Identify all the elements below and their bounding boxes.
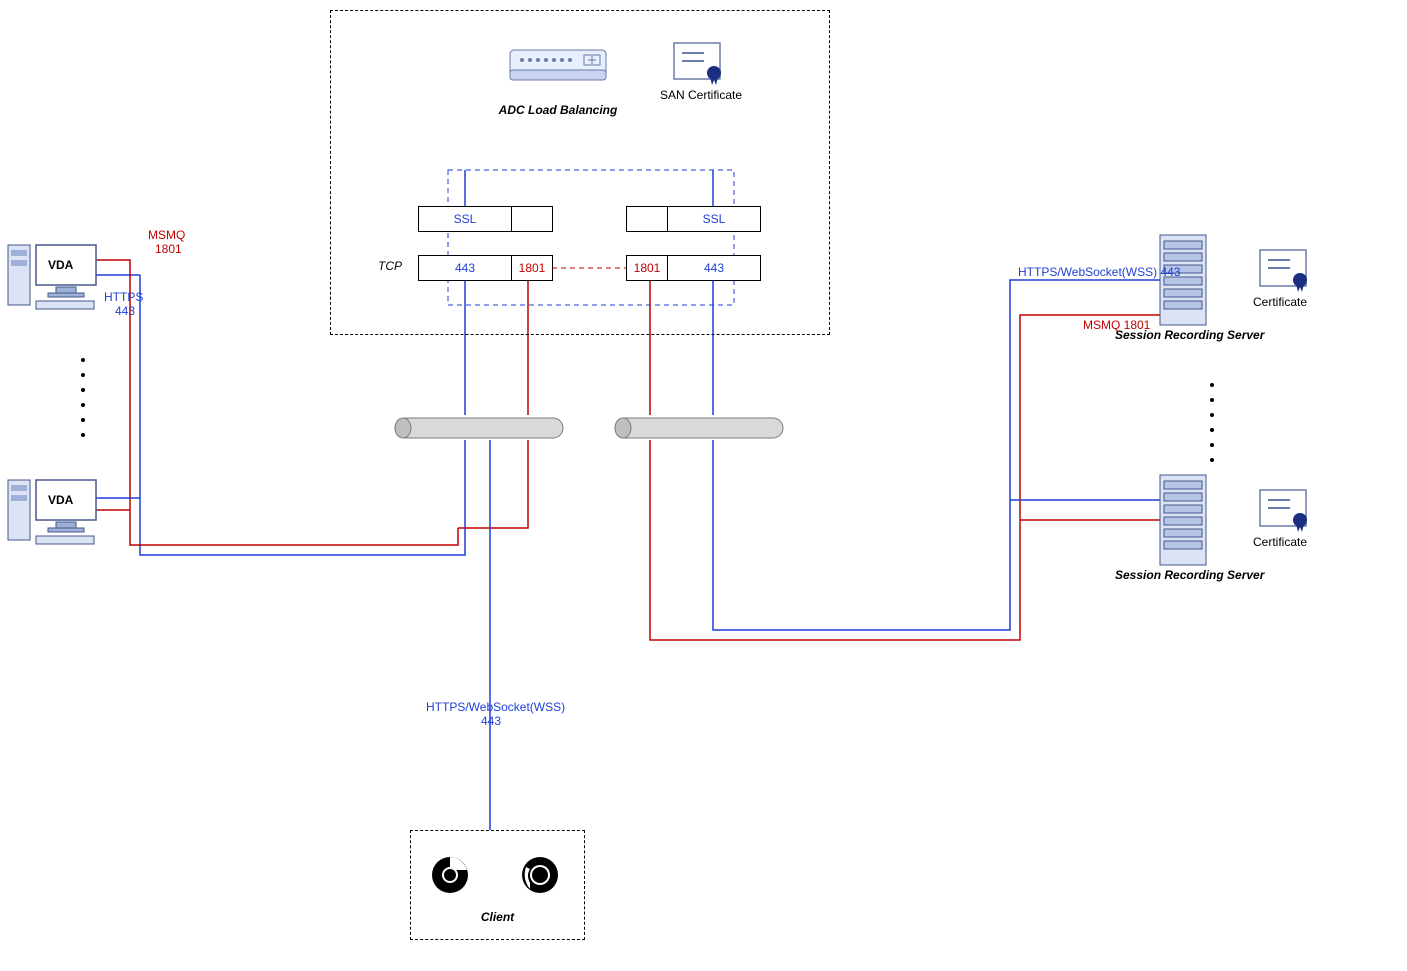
srs-top-icon	[1160, 235, 1206, 325]
adc-box	[330, 10, 830, 335]
client-line2: 443	[426, 714, 556, 728]
srs-cert-bottom: Certificate	[1253, 535, 1307, 549]
san-cert-label: SAN Certificate	[660, 88, 740, 102]
vda-msmq: MSMQ	[148, 228, 185, 242]
ssl-right: SSL	[667, 206, 761, 232]
port443-left: 443	[418, 255, 512, 281]
vda-bottom-icon	[8, 480, 96, 544]
port1801-left: 1801	[511, 255, 553, 281]
ssl-left-empty	[511, 206, 553, 232]
srs-cert-top: Certificate	[1253, 295, 1307, 309]
client-line1: HTTPS/WebSocket(WSS)	[426, 700, 556, 714]
port1801-right: 1801	[626, 255, 668, 281]
vda-label-bottom: VDA	[48, 493, 73, 507]
vda-https: HTTPS	[104, 290, 143, 304]
adc-title: ADC Load Balancing	[488, 103, 628, 117]
srs-title-bottom: Session Recording Server	[1115, 568, 1264, 582]
srs-https: HTTPS/WebSocket(WSS) 443	[1018, 265, 1181, 279]
srs-bottom-icon	[1160, 475, 1206, 565]
vda-https-port: 443	[115, 304, 135, 318]
vda-label-top: VDA	[48, 258, 73, 272]
diagram-stage: ADC Load Balancing SAN Certificate SSL 4…	[0, 0, 1407, 971]
port443-right: 443	[667, 255, 761, 281]
vda-msmq-port: 1801	[155, 242, 182, 256]
tcp-label: TCP	[378, 259, 402, 273]
srs-msmq: MSMQ 1801	[1083, 318, 1150, 332]
ssl-right-empty	[626, 206, 668, 232]
client-title: Client	[410, 910, 585, 924]
vda-top-icon	[8, 245, 96, 309]
ssl-left: SSL	[418, 206, 512, 232]
